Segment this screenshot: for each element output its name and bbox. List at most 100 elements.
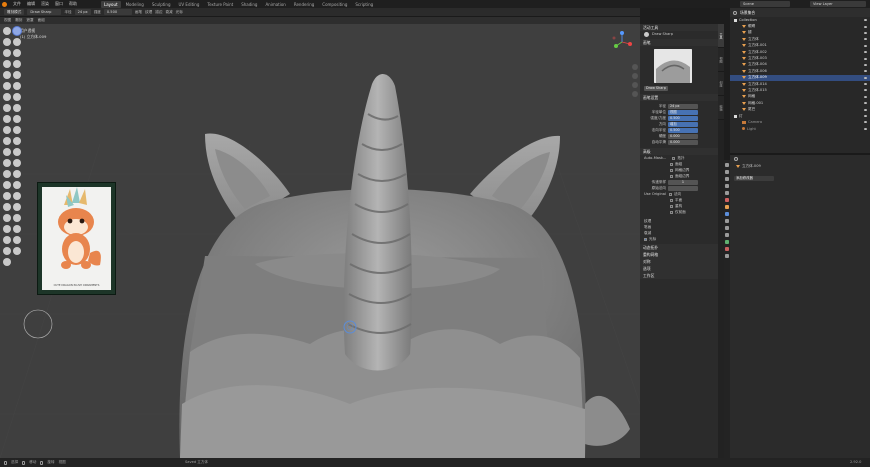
slide-relax-brush-icon[interactable] [3, 148, 11, 156]
cursor-checkbox[interactable] [644, 237, 647, 241]
section-workspace[interactable]: 工作区 [640, 272, 718, 279]
clay-thumb-brush-icon[interactable] [3, 49, 11, 57]
ortho-toggle-icon[interactable] [632, 91, 638, 97]
menu-file[interactable]: 文件 [11, 1, 23, 7]
setting-direction-field[interactable]: 增加 [668, 121, 698, 127]
visibility-icon[interactable] [864, 76, 867, 79]
brush-datablock[interactable]: Draw Sharp [640, 85, 718, 91]
data-props-icon[interactable] [725, 240, 729, 244]
front-faces-checkbox[interactable] [670, 210, 673, 214]
auto-mask-mesh-boundary-checkbox[interactable] [670, 168, 673, 172]
draw-sharp-brush-icon[interactable] [13, 27, 21, 35]
tab-shading[interactable]: Shading [238, 1, 260, 8]
material-props-icon[interactable] [725, 247, 729, 251]
draw-face-sets-brush-icon[interactable] [13, 170, 21, 178]
render-props-icon[interactable] [725, 170, 729, 174]
menu-view[interactable]: 视图 [4, 18, 11, 23]
outliner-search-icon[interactable] [733, 10, 737, 15]
thumb-brush-icon[interactable] [3, 126, 11, 134]
pan-icon[interactable] [632, 73, 638, 79]
menu-window[interactable]: 窗口 [53, 1, 65, 7]
zoom-icon[interactable] [632, 64, 638, 70]
color-filter-icon[interactable] [13, 214, 21, 222]
section-dyntopo[interactable]: 动态拓扑 [640, 244, 718, 251]
section-remesh[interactable]: 重构网格 [640, 251, 718, 258]
transform-icon[interactable] [13, 247, 21, 255]
add-modifier-button[interactable]: 添加修改器 [734, 175, 774, 181]
tab-scripting[interactable]: Scripting [352, 1, 376, 8]
sample-field[interactable]: 1 [668, 179, 698, 185]
tab-rendering[interactable]: Rendering [291, 1, 317, 8]
annotate-icon[interactable] [3, 258, 11, 266]
tab-view[interactable]: 视图 [718, 48, 724, 72]
visibility-icon[interactable] [864, 108, 867, 111]
output-props-icon[interactable] [725, 177, 729, 181]
active-tool-header[interactable]: 活动工具 [640, 24, 718, 31]
visibility-icon[interactable] [864, 70, 867, 73]
brush-selector[interactable]: Draw Sharp [27, 9, 62, 15]
header-brush[interactable]: 画笔 [135, 10, 142, 15]
scrape-brush-icon[interactable] [3, 93, 11, 101]
tab-create[interactable]: 创建 [718, 72, 724, 96]
texture-props-icon[interactable] [725, 254, 729, 258]
scene-selector[interactable]: Scene [740, 1, 790, 7]
pinch-brush-icon[interactable] [3, 104, 11, 112]
mode-selector[interactable]: 雕刻模式 [4, 9, 25, 15]
blender-logo-icon[interactable] [2, 1, 7, 7]
mesh-filter-icon[interactable] [13, 203, 21, 211]
pose-brush-icon[interactable] [13, 126, 21, 134]
layer-brush-icon[interactable] [13, 49, 21, 57]
use-original-plane-checkbox[interactable] [670, 198, 673, 202]
menu-face-sets[interactable]: 面组 [38, 18, 45, 23]
fill-brush-icon[interactable] [13, 82, 21, 90]
visibility-icon[interactable] [864, 83, 867, 86]
boundary-brush-icon[interactable] [13, 148, 21, 156]
tab-uv-editing[interactable]: UV Editing [176, 1, 203, 8]
setting-autosmooth-field[interactable]: 0.000 [668, 139, 698, 145]
sub-cursor[interactable]: 光标 [640, 236, 718, 242]
scene-props-icon[interactable] [725, 191, 729, 195]
visibility-icon[interactable] [864, 44, 867, 47]
menu-edit[interactable]: 编辑 [25, 1, 37, 7]
grab-brush-icon[interactable] [13, 104, 21, 112]
move-icon[interactable] [3, 236, 11, 244]
setting-normal-radius-field[interactable]: 0.500 [668, 127, 698, 133]
cloth-brush-icon[interactable] [3, 159, 11, 167]
modifier-props-icon[interactable] [725, 212, 729, 216]
menu-mask[interactable]: 遮罩 [26, 18, 33, 23]
header-stroke[interactable]: 描边 [155, 10, 162, 15]
clay-strips-brush-icon[interactable] [13, 38, 21, 46]
visibility-icon[interactable] [864, 25, 867, 28]
object-props-icon[interactable] [725, 205, 729, 209]
brushes-header[interactable]: 画笔 [640, 39, 718, 46]
auto-mask-face-sets-checkbox[interactable] [670, 162, 673, 166]
header-falloff[interactable]: 衰减 [165, 10, 172, 15]
tab-tool[interactable]: 工具 [718, 24, 724, 48]
camera-view-icon[interactable] [632, 82, 638, 88]
add-modifier-row[interactable]: 添加修改器 [730, 174, 870, 182]
rotate-brush-icon[interactable] [13, 137, 21, 145]
header-cursor[interactable]: 光标 [176, 10, 183, 15]
multiplane-scrape-brush-icon[interactable] [13, 93, 21, 101]
smooth-brush-icon[interactable] [13, 71, 21, 79]
axis-gizmo-icon[interactable] [610, 30, 634, 54]
mask-by-color-icon[interactable] [13, 225, 21, 233]
tab-animation[interactable]: Animation [262, 1, 288, 8]
visibility-icon[interactable] [864, 19, 867, 22]
box-face-set-icon[interactable] [3, 192, 11, 200]
tab-compositing[interactable]: Compositing [319, 1, 350, 8]
blob-brush-icon[interactable] [13, 60, 21, 68]
visibility-icon[interactable] [864, 31, 867, 34]
elastic-deform-brush-icon[interactable] [3, 115, 11, 123]
advanced-header[interactable]: 高级 [640, 148, 718, 155]
view-layer-selector[interactable]: View Layer [810, 1, 866, 7]
constraints-props-icon[interactable] [725, 233, 729, 237]
properties-search[interactable] [730, 155, 870, 163]
tab-texture-paint[interactable]: Texture Paint [204, 1, 236, 8]
physics-props-icon[interactable] [725, 226, 729, 230]
brush-name-field[interactable]: Draw Sharp [644, 85, 668, 91]
section-options[interactable]: 选项 [640, 265, 718, 272]
particles-props-icon[interactable] [725, 219, 729, 223]
tab-modeling[interactable]: Modeling [123, 1, 147, 8]
section-symmetry[interactable]: 对称 [640, 258, 718, 265]
